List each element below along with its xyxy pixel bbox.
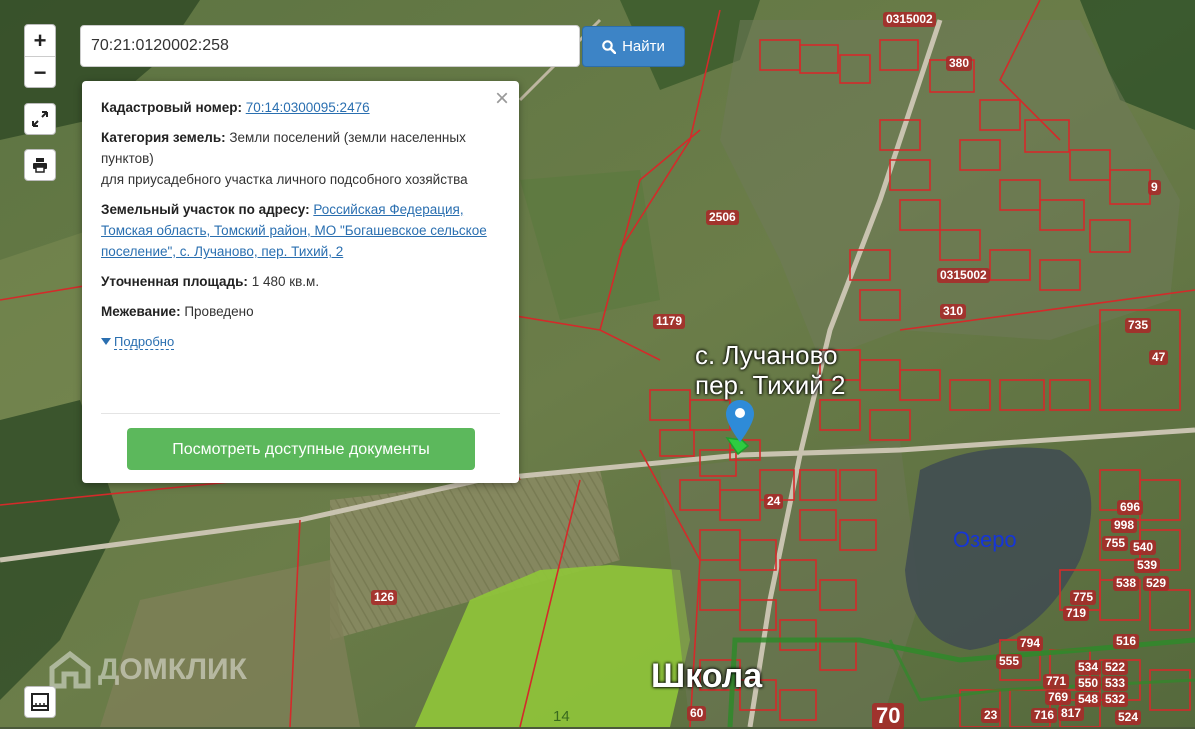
cadastral-row: Кадастровый номер: 70:14:0300095:2476 (101, 97, 501, 118)
category-row: Категория земель: Земли поселений (земли… (101, 127, 501, 190)
parcel-label: 522 (1102, 660, 1129, 675)
search-input[interactable] (80, 25, 580, 67)
search-button[interactable]: Найти (582, 26, 685, 67)
parcel-label: 529 (1143, 576, 1170, 591)
print-button[interactable] (24, 149, 56, 181)
zoom-out-button[interactable]: − (25, 56, 55, 88)
zoom-in-button[interactable]: + (25, 25, 55, 56)
area-row: Уточненная площадь: 1 480 кв.м. (101, 271, 501, 292)
survey-row: Межевание: Проведено (101, 301, 501, 322)
parcel-label: 769 (1045, 690, 1072, 705)
parcel-label: 2506 (706, 210, 739, 225)
parcel-label: 998 (1111, 518, 1138, 533)
parcel-label: 524 (1115, 710, 1142, 725)
area-label: Уточненная площадь: (101, 274, 248, 289)
parcel-label: 540 (1130, 540, 1157, 555)
parcel-label: 550 (1075, 676, 1102, 691)
ruler-icon (31, 693, 49, 711)
parcel-label: 516 (1113, 634, 1140, 649)
cadastral-link[interactable]: 70:14:0300095:2476 (246, 100, 370, 115)
parcel-label: 47 (1149, 350, 1169, 365)
parcel-label: 533 (1102, 676, 1129, 691)
area-value: 1 480 кв.м. (251, 274, 320, 289)
place-label-line2: пер. Тихий 2 (695, 370, 846, 400)
parcel-label: 60 (687, 706, 707, 721)
place-label: с. Лучаново пер. Тихий 2 (695, 340, 845, 400)
details-toggle-row: Подробно (101, 331, 501, 352)
parcel-label: 548 (1075, 692, 1102, 707)
cadastral-label: Кадастровый номер: (101, 100, 242, 115)
school-label: Школа (651, 657, 763, 695)
parcel-label: 310 (940, 304, 967, 319)
caret-down-icon (101, 338, 111, 345)
details-toggle[interactable]: Подробно (114, 334, 175, 350)
survey-value: Проведено (184, 304, 254, 319)
parcel-label: 794 (1017, 636, 1044, 651)
parcel-label: 14 (553, 708, 570, 725)
place-label-line1: с. Лучаново (695, 340, 838, 370)
close-icon[interactable]: × (495, 87, 509, 111)
parcel-label: 24 (764, 494, 784, 509)
parcel-label: 126 (371, 590, 398, 605)
zoom-control: + − (24, 24, 56, 88)
lake-label: Озеро (953, 527, 1017, 552)
parcel-info-popup: × Кадастровый номер: 70:14:0300095:2476 … (82, 81, 519, 483)
survey-label: Межевание: (101, 304, 181, 319)
parcel-label: 817 (1058, 706, 1085, 721)
parcel-label: 771 (1043, 674, 1070, 689)
printer-icon (33, 158, 47, 173)
parcel-label: 23 (981, 708, 1001, 723)
parcel-label: 755 (1102, 536, 1129, 551)
parcel-label: 538 (1113, 576, 1140, 591)
parcel-label: 775 (1070, 590, 1097, 605)
parcel-label: 1179 (653, 314, 686, 329)
parcel-label: 534 (1075, 660, 1102, 675)
parcel-label: 735 (1125, 318, 1152, 333)
parcel-label: 70 (872, 703, 905, 729)
parcel-label: 539 (1134, 558, 1161, 573)
category-use: для приусадебного участка личного подсоб… (101, 172, 468, 187)
search-button-label: Найти (622, 38, 665, 55)
parcel-label: 555 (996, 654, 1023, 669)
category-label: Категория земель: (101, 130, 226, 145)
parcel-label: 0315002 (937, 268, 990, 283)
view-documents-button[interactable]: Посмотреть доступные документы (127, 428, 475, 470)
domclick-logo-icon (49, 650, 91, 689)
fullscreen-button[interactable] (24, 103, 56, 135)
parcel-label: 532 (1102, 692, 1129, 707)
parcel-label: 719 (1063, 606, 1090, 621)
location-pin-icon[interactable] (726, 400, 754, 442)
address-row: Земельный участок по адресу: Российская … (101, 199, 501, 262)
parcel-label: 716 (1031, 708, 1058, 723)
expand-icon (32, 111, 48, 127)
domclick-watermark: ДОМКЛИК (48, 650, 247, 690)
parcel-label: 0315002 (883, 12, 936, 27)
parcel-label: 380 (946, 56, 973, 71)
watermark-text: ДОМКЛИК (98, 653, 247, 686)
ruler-button[interactable] (24, 686, 56, 718)
parcel-label: 9 (1148, 180, 1161, 195)
address-label: Земельный участок по адресу: (101, 202, 310, 217)
parcel-label: 696 (1117, 500, 1144, 515)
search-icon (602, 39, 617, 54)
popup-divider (101, 413, 500, 414)
